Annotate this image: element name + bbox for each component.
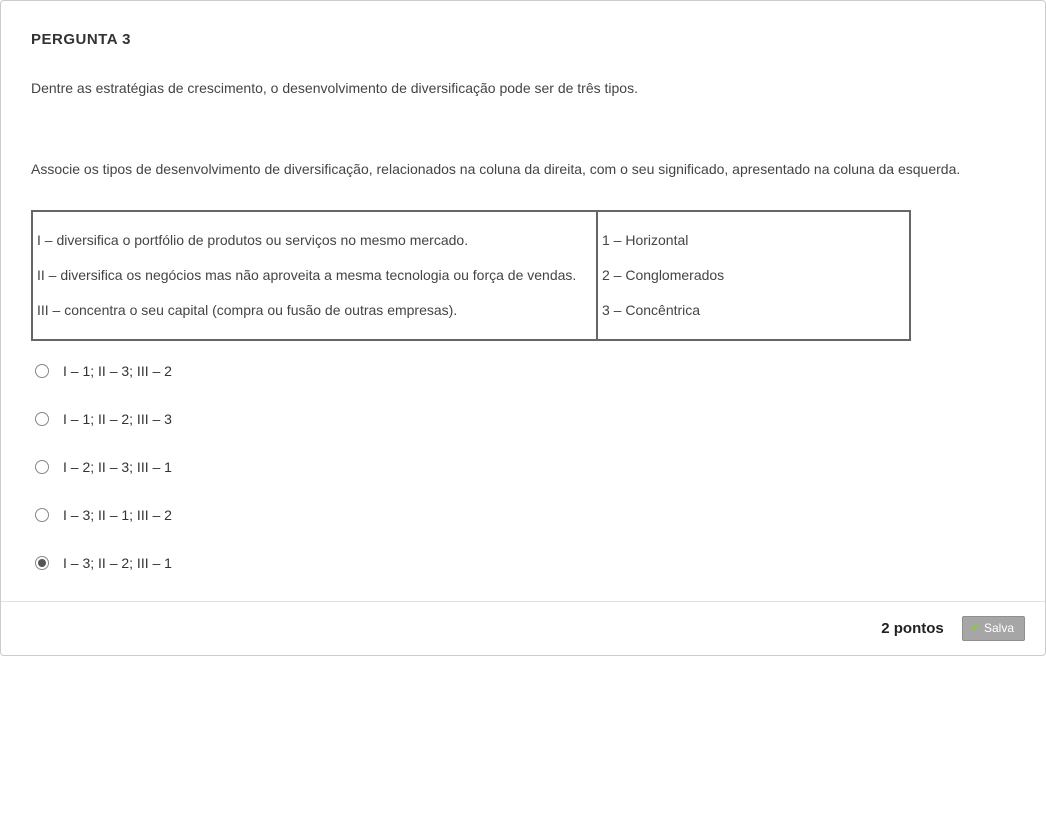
option-row[interactable]: I – 3; II – 1; III – 2	[31, 497, 1015, 533]
radio-icon[interactable]	[35, 364, 49, 378]
option-label: I – 3; II – 1; III – 2	[63, 507, 172, 523]
match-left-item-3: III – concentra o seu capital (compra ou…	[37, 300, 592, 321]
option-row[interactable]: I – 2; II – 3; III – 1	[31, 449, 1015, 485]
radio-icon[interactable]	[35, 508, 49, 522]
option-row[interactable]: I – 3; II – 2; III – 1	[31, 545, 1015, 581]
option-row[interactable]: I – 1; II – 2; III – 3	[31, 401, 1015, 437]
question-footer: 2 pontos ✔ Salva	[1, 601, 1045, 655]
question-paragraph-1: Dentre as estratégias de crescimento, o …	[31, 78, 1015, 99]
option-label: I – 2; II – 3; III – 1	[63, 459, 172, 475]
question-card: PERGUNTA 3 Dentre as estratégias de cres…	[0, 0, 1046, 656]
radio-icon[interactable]	[35, 460, 49, 474]
question-paragraph-2: Associe os tipos de desenvolvimento de d…	[31, 159, 1015, 180]
option-label: I – 1; II – 2; III – 3	[63, 411, 172, 427]
match-table: I – diversifica o portfólio de produtos …	[31, 210, 911, 341]
match-right-cell: 1 – Horizontal 2 – Conglomerados 3 – Con…	[597, 211, 910, 340]
question-title: PERGUNTA 3	[31, 31, 1015, 48]
options-group: I – 1; II – 3; III – 2 I – 1; II – 2; III…	[31, 353, 1015, 581]
radio-icon[interactable]	[35, 412, 49, 426]
points-label: 2 pontos	[881, 620, 944, 637]
check-icon: ✔	[971, 623, 980, 634]
radio-icon[interactable]	[35, 556, 49, 570]
option-row[interactable]: I – 1; II – 3; III – 2	[31, 353, 1015, 389]
save-button[interactable]: ✔ Salva	[962, 616, 1025, 641]
question-body: Dentre as estratégias de crescimento, o …	[31, 78, 1015, 581]
option-label: I – 1; II – 3; III – 2	[63, 363, 172, 379]
match-left-item-1: I – diversifica o portfólio de produtos …	[37, 230, 592, 251]
save-button-label: Salva	[984, 621, 1014, 635]
match-right-item-1: 1 – Horizontal	[602, 230, 905, 251]
option-label: I – 3; II – 2; III – 1	[63, 555, 172, 571]
match-right-item-3: 3 – Concêntrica	[602, 300, 905, 321]
match-left-cell: I – diversifica o portfólio de produtos …	[32, 211, 597, 340]
match-left-item-2: II – diversifica os negócios mas não apr…	[37, 265, 592, 286]
question-content: PERGUNTA 3 Dentre as estratégias de cres…	[1, 1, 1045, 581]
match-right-item-2: 2 – Conglomerados	[602, 265, 905, 286]
